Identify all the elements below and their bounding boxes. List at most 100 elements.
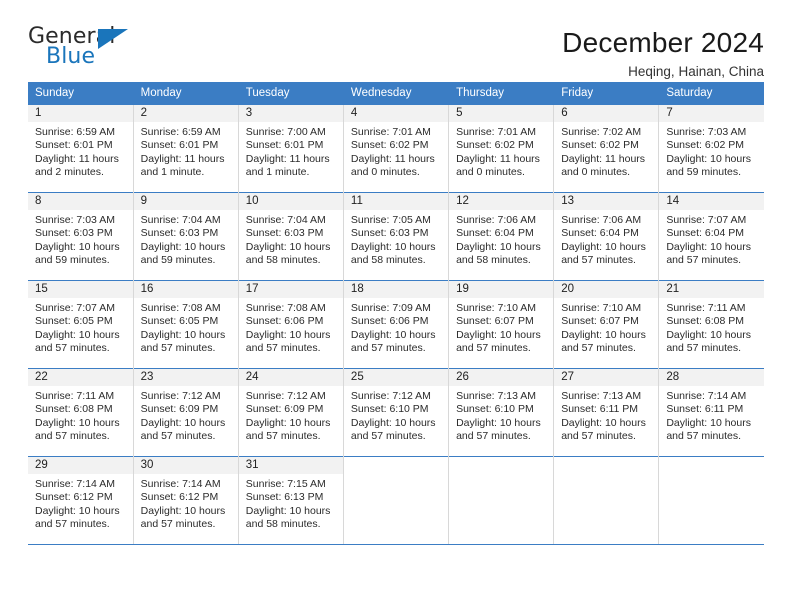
day-number: 2	[133, 105, 238, 122]
sunrise-text: Sunrise: 7:08 AM	[245, 302, 326, 314]
day-cell[interactable]: 5 Sunrise: 7:01 AM Sunset: 6:02 PM Dayli…	[448, 104, 555, 193]
day-cell[interactable]: 23 Sunrise: 7:12 AM Sunset: 6:09 PM Dayl…	[133, 368, 239, 457]
day-cell[interactable]: 22 Sunrise: 7:11 AM Sunset: 6:08 PM Dayl…	[28, 368, 134, 457]
day-cell[interactable]: 28 Sunrise: 7:14 AM Sunset: 6:11 PM Dayl…	[658, 368, 764, 457]
day-cell[interactable]: 17 Sunrise: 7:08 AM Sunset: 6:06 PM Dayl…	[238, 280, 344, 369]
day-cell[interactable]: 13 Sunrise: 7:06 AM Sunset: 6:04 PM Dayl…	[553, 192, 660, 281]
day-details: Sunrise: 7:00 AM Sunset: 6:01 PM Dayligh…	[239, 122, 343, 180]
day-cell[interactable]: 10 Sunrise: 7:04 AM Sunset: 6:03 PM Dayl…	[238, 192, 344, 281]
daylight-text-line1: Daylight: 10 hours	[456, 416, 541, 429]
day-cell[interactable]: 27 Sunrise: 7:13 AM Sunset: 6:11 PM Dayl…	[553, 368, 660, 457]
sunrise-text: Sunrise: 7:11 AM	[666, 302, 746, 314]
day-details: Sunrise: 7:07 AM Sunset: 6:05 PM Dayligh…	[28, 298, 133, 356]
day-cell[interactable]: 19 Sunrise: 7:10 AM Sunset: 6:07 PM Dayl…	[448, 280, 555, 369]
sunrise-text: Sunrise: 7:15 AM	[245, 478, 326, 490]
day-details: Sunrise: 7:01 AM Sunset: 6:02 PM Dayligh…	[449, 122, 553, 180]
general-blue-logo[interactable]: General Blue	[28, 26, 136, 74]
daylight-text-line2: and 1 minute.	[245, 166, 310, 179]
daylight-text-line1: Daylight: 11 hours	[140, 152, 225, 165]
day-details: Sunrise: 6:59 AM Sunset: 6:01 PM Dayligh…	[134, 122, 238, 180]
day-details: Sunrise: 7:08 AM Sunset: 6:05 PM Dayligh…	[134, 298, 238, 356]
day-details: Sunrise: 7:08 AM Sunset: 6:06 PM Dayligh…	[239, 298, 343, 356]
day-number: 9	[133, 193, 238, 210]
day-cell[interactable]: 25 Sunrise: 7:12 AM Sunset: 6:10 PM Dayl…	[343, 368, 450, 457]
day-cell[interactable]: 4 Sunrise: 7:01 AM Sunset: 6:02 PM Dayli…	[343, 104, 450, 193]
sunrise-text: Sunrise: 7:12 AM	[245, 390, 326, 402]
day-details: Sunrise: 7:09 AM Sunset: 6:06 PM Dayligh…	[344, 298, 448, 356]
day-cell[interactable]: 26 Sunrise: 7:13 AM Sunset: 6:10 PM Dayl…	[448, 368, 555, 457]
day-cell[interactable]: 15 Sunrise: 7:07 AM Sunset: 6:05 PM Dayl…	[28, 280, 134, 369]
day-number: 28	[659, 369, 764, 386]
daylight-text-line1: Daylight: 10 hours	[561, 328, 646, 341]
sunrise-text: Sunrise: 7:02 AM	[561, 126, 642, 138]
day-cell[interactable]: 8 Sunrise: 7:03 AM Sunset: 6:03 PM Dayli…	[28, 192, 134, 281]
daylight-text-line2: and 57 minutes.	[666, 254, 742, 267]
day-number: 14	[659, 193, 764, 210]
sunrise-text: Sunrise: 7:14 AM	[140, 478, 221, 490]
daylight-text-line1: Daylight: 10 hours	[666, 240, 751, 253]
sunrise-text: Sunrise: 7:08 AM	[140, 302, 221, 314]
day-cell[interactable]: 29 Sunrise: 7:14 AM Sunset: 6:12 PM Dayl…	[28, 456, 134, 545]
day-number: 12	[449, 193, 554, 210]
daylight-text-line2: and 57 minutes.	[561, 342, 636, 355]
sunset-text: Sunset: 6:11 PM	[666, 403, 744, 416]
weekday-header-sunday: Sunday	[28, 82, 134, 105]
day-details: Sunrise: 7:11 AM Sunset: 6:08 PM Dayligh…	[659, 298, 764, 356]
day-number: 8	[28, 193, 133, 210]
day-cell[interactable]: 7 Sunrise: 7:03 AM Sunset: 6:02 PM Dayli…	[658, 104, 764, 193]
triangle-flag-icon	[98, 29, 128, 49]
sunrise-text: Sunrise: 7:10 AM	[456, 302, 537, 314]
day-cell[interactable]: 21 Sunrise: 7:11 AM Sunset: 6:08 PM Dayl…	[658, 280, 764, 369]
day-details: Sunrise: 7:06 AM Sunset: 6:04 PM Dayligh…	[449, 210, 553, 268]
day-cell[interactable]: 2 Sunrise: 6:59 AM Sunset: 6:01 PM Dayli…	[133, 104, 239, 193]
daylight-text-line2: and 57 minutes.	[561, 430, 636, 443]
day-details: Sunrise: 7:12 AM Sunset: 6:09 PM Dayligh…	[134, 386, 238, 444]
sunrise-text: Sunrise: 7:14 AM	[666, 390, 747, 402]
day-details: Sunrise: 7:15 AM Sunset: 6:13 PM Dayligh…	[239, 474, 343, 532]
day-cell[interactable]: 30 Sunrise: 7:14 AM Sunset: 6:12 PM Dayl…	[133, 456, 239, 545]
day-cell[interactable]: 16 Sunrise: 7:08 AM Sunset: 6:05 PM Dayl…	[133, 280, 239, 369]
sunset-text: Sunset: 6:07 PM	[561, 315, 639, 328]
day-cell[interactable]: 14 Sunrise: 7:07 AM Sunset: 6:04 PM Dayl…	[658, 192, 764, 281]
sunset-text: Sunset: 6:03 PM	[350, 227, 429, 240]
title-block: December 2024 Heqing, Hainan, China	[562, 26, 764, 81]
sunset-text: Sunset: 6:03 PM	[245, 227, 324, 240]
sunrise-text: Sunrise: 7:04 AM	[140, 214, 221, 226]
day-details: Sunrise: 7:07 AM Sunset: 6:04 PM Dayligh…	[659, 210, 764, 268]
daylight-text-line2: and 58 minutes.	[245, 254, 321, 267]
daylight-text-line1: Daylight: 10 hours	[456, 328, 541, 341]
daylight-text-line1: Daylight: 10 hours	[35, 504, 120, 517]
day-number: 27	[554, 369, 659, 386]
day-cell[interactable]: 31 Sunrise: 7:15 AM Sunset: 6:13 PM Dayl…	[238, 456, 344, 545]
day-cell[interactable]: 1 Sunrise: 6:59 AM Sunset: 6:01 PM Dayli…	[28, 104, 134, 193]
day-details: Sunrise: 7:03 AM Sunset: 6:02 PM Dayligh…	[659, 122, 764, 180]
daylight-text-line2: and 0 minutes.	[456, 166, 525, 179]
sunset-text: Sunset: 6:10 PM	[350, 403, 429, 416]
day-number: 11	[343, 193, 449, 210]
daylight-text-line1: Daylight: 10 hours	[666, 416, 751, 429]
daylight-text-line1: Daylight: 11 hours	[561, 152, 646, 165]
daylight-text-line2: and 59 minutes.	[666, 166, 742, 179]
day-cell[interactable]: 20 Sunrise: 7:10 AM Sunset: 6:07 PM Dayl…	[553, 280, 660, 369]
day-cell[interactable]: 11 Sunrise: 7:05 AM Sunset: 6:03 PM Dayl…	[343, 192, 450, 281]
sunrise-text: Sunrise: 7:07 AM	[35, 302, 115, 314]
day-number: 30	[133, 457, 238, 474]
day-cell[interactable]: 24 Sunrise: 7:12 AM Sunset: 6:09 PM Dayl…	[238, 368, 344, 457]
daylight-text-line1: Daylight: 10 hours	[140, 504, 226, 517]
weekday-header-tuesday: Tuesday	[238, 82, 344, 105]
day-cell[interactable]: 3 Sunrise: 7:00 AM Sunset: 6:01 PM Dayli…	[238, 104, 344, 193]
day-cell[interactable]: 18 Sunrise: 7:09 AM Sunset: 6:06 PM Dayl…	[343, 280, 450, 369]
day-number: 6	[554, 105, 659, 122]
day-cell[interactable]: 6 Sunrise: 7:02 AM Sunset: 6:02 PM Dayli…	[553, 104, 660, 193]
daylight-text-line2: and 57 minutes.	[456, 430, 531, 443]
day-cell[interactable]: 12 Sunrise: 7:06 AM Sunset: 6:04 PM Dayl…	[448, 192, 555, 281]
daylight-text-line1: Daylight: 10 hours	[35, 416, 120, 429]
daylight-text-line2: and 57 minutes.	[350, 342, 426, 355]
daylight-text-line2: and 59 minutes.	[35, 254, 110, 267]
sunset-text: Sunset: 6:08 PM	[666, 315, 744, 328]
sunset-text: Sunset: 6:04 PM	[561, 227, 639, 240]
daylight-text-line2: and 59 minutes.	[140, 254, 216, 267]
day-cell[interactable]: 9 Sunrise: 7:04 AM Sunset: 6:03 PM Dayli…	[133, 192, 239, 281]
sunset-text: Sunset: 6:05 PM	[140, 315, 219, 328]
daylight-text-line1: Daylight: 10 hours	[350, 416, 436, 429]
